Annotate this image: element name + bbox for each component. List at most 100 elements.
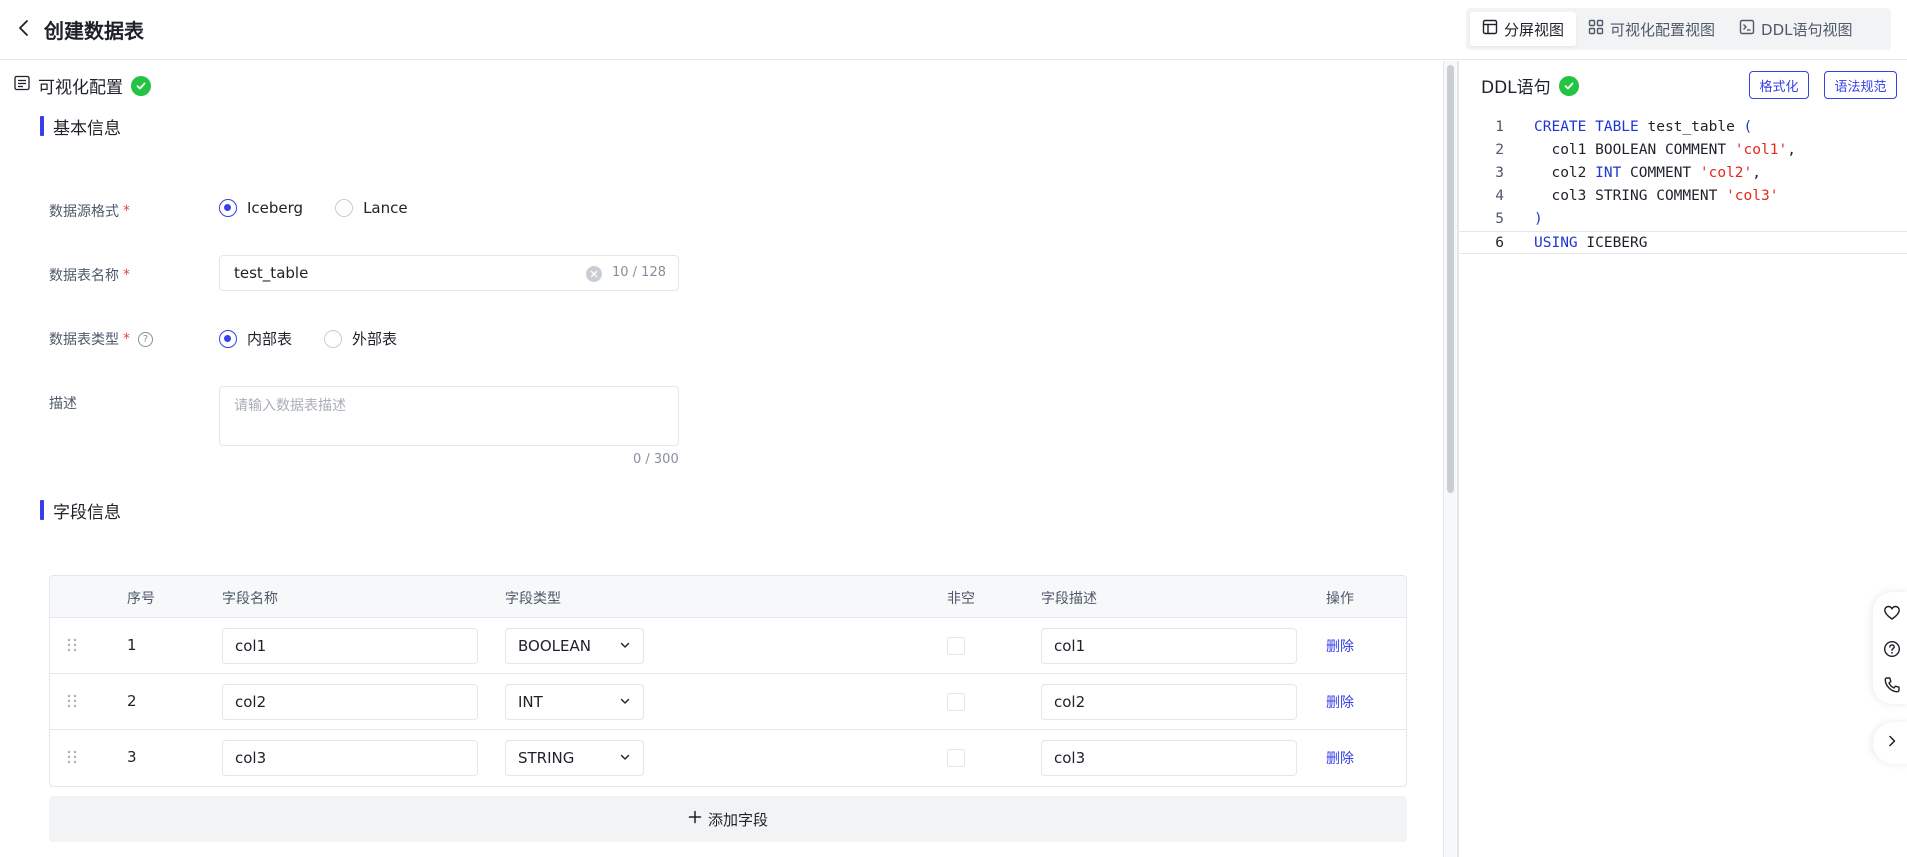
tab-split-view[interactable]: 分屏视图 xyxy=(1470,12,1577,46)
table-type-radio-group: 内部表 外部表 xyxy=(219,328,397,349)
line-number: 3 xyxy=(1495,165,1504,181)
chevron-down-icon xyxy=(619,693,631,711)
tab-visual-view[interactable]: 可视化配置视图 xyxy=(1576,12,1727,46)
section-title: 可视化配置 xyxy=(38,78,123,98)
field-type-select[interactable]: INT xyxy=(505,684,644,720)
drag-handle-icon[interactable] xyxy=(66,750,78,764)
required-mark: * xyxy=(123,267,130,283)
chevron-right-icon xyxy=(1885,734,1899,752)
left-pane-scrollbar[interactable] xyxy=(1443,61,1457,857)
view-switcher: 分屏视图 可视化配置视图 DDL语句视图 xyxy=(1466,8,1891,50)
add-field-label: 添加字段 xyxy=(707,810,768,829)
row-number: 3 xyxy=(127,748,137,766)
field-desc-input[interactable]: col2 xyxy=(1041,684,1297,720)
field-desc-input[interactable]: col1 xyxy=(1041,628,1297,664)
format-button[interactable]: 格式化 xyxy=(1749,71,1809,99)
visual-config-pane: 可视化配置 基本信息 数据源格式 * Iceberg Lance 数据表名称 *… xyxy=(0,61,1443,857)
question-icon[interactable]: ? xyxy=(138,331,153,347)
tab-label: 可视化配置视图 xyxy=(1610,20,1716,39)
delete-button[interactable]: 删除 xyxy=(1326,692,1354,712)
page-title: 创建数据表 xyxy=(44,19,144,43)
line-number: 4 xyxy=(1495,188,1504,204)
field-name-input[interactable]: col2 xyxy=(222,684,478,720)
radio-label: 外部表 xyxy=(352,330,398,348)
line-number: 1 xyxy=(1495,119,1504,135)
radio-iceberg[interactable]: Iceberg xyxy=(219,199,303,217)
drag-handle-icon[interactable] xyxy=(66,638,78,652)
code-text: col3 STRING COMMENT 'col3' xyxy=(1534,188,1779,204)
label-text: 数据表类型 xyxy=(49,332,119,348)
table-type-label: 数据表类型 * ? xyxy=(49,329,153,349)
phone-icon[interactable] xyxy=(1883,676,1901,694)
label-text: 数据表名称 xyxy=(49,268,119,284)
row-number: 1 xyxy=(127,636,137,654)
clear-icon[interactable] xyxy=(586,266,602,282)
line-number: 5 xyxy=(1495,211,1504,227)
favorite-icon[interactable] xyxy=(1883,604,1901,622)
syntax-spec-button[interactable]: 语法规范 xyxy=(1824,71,1897,99)
field-type-select[interactable]: STRING xyxy=(505,740,644,776)
code-line: 3 col2 INT COMMENT 'col2', xyxy=(1459,162,1907,185)
table-name-input[interactable]: test_table 10 / 128 xyxy=(219,255,679,291)
radio-internal-table[interactable]: 内部表 xyxy=(219,328,292,349)
description-label: 描述 xyxy=(49,393,77,413)
tab-label: DDL语句视图 xyxy=(1761,20,1853,39)
row-number: 2 xyxy=(127,692,137,710)
required-mark: * xyxy=(123,331,130,347)
drag-handle-icon[interactable] xyxy=(66,694,78,708)
code-text: col1 BOOLEAN COMMENT 'col1', xyxy=(1534,142,1796,158)
scrollbar-thumb[interactable] xyxy=(1447,65,1454,493)
table-header: 序号 字段名称 字段类型 非空 字段描述 操作 xyxy=(50,576,1406,618)
help-icon[interactable] xyxy=(1883,640,1901,658)
code-text: col2 INT COMMENT 'col2', xyxy=(1534,165,1762,181)
radio-checked-icon xyxy=(219,329,237,348)
field-type-select[interactable]: BOOLEAN xyxy=(505,628,644,664)
table-name-value: test_table xyxy=(234,264,309,282)
field-name-input[interactable]: col3 xyxy=(222,740,478,776)
label-text: 数据源格式 xyxy=(49,204,119,220)
back-icon[interactable] xyxy=(14,16,34,40)
field-name-value: col2 xyxy=(235,693,267,711)
col-header-not-null: 非空 xyxy=(947,591,975,607)
field-name-input[interactable]: col1 xyxy=(222,628,478,664)
code-text: ) xyxy=(1534,211,1543,227)
description-placeholder: 请输入数据表描述 xyxy=(234,398,346,414)
not-null-checkbox[interactable] xyxy=(947,637,965,655)
radio-unchecked-icon xyxy=(324,329,343,348)
radio-external-table[interactable]: 外部表 xyxy=(324,328,397,349)
radio-lance[interactable]: Lance xyxy=(335,199,408,217)
format-radio-group: Iceberg Lance xyxy=(219,199,408,217)
line-number: 6 xyxy=(1495,235,1504,251)
radio-label: Lance xyxy=(363,199,408,217)
page-header: 创建数据表 分屏视图 可视化配置视图 DDL语句视图 xyxy=(0,0,1907,60)
table-name-label: 数据表名称 * xyxy=(49,265,130,285)
grid-view-icon xyxy=(1588,19,1604,39)
delete-button[interactable]: 删除 xyxy=(1326,636,1354,656)
table-row: 1 col1 BOOLEAN col1 删除 xyxy=(50,618,1406,674)
fields-info-title: 字段信息 xyxy=(40,498,121,523)
col-header-action: 操作 xyxy=(1326,591,1354,607)
required-mark: * xyxy=(123,203,130,219)
col-header-name: 字段名称 xyxy=(222,591,278,607)
col-header-type: 字段类型 xyxy=(505,591,561,607)
basic-info-title: 基本信息 xyxy=(40,114,121,139)
ddl-code-editor[interactable]: 1 CREATE TABLE test_table ( 2 col1 BOOLE… xyxy=(1459,116,1907,254)
not-null-checkbox[interactable] xyxy=(947,749,965,767)
tab-ddl-view[interactable]: DDL语句视图 xyxy=(1727,12,1864,46)
field-type-value: BOOLEAN xyxy=(518,637,591,655)
field-desc-input[interactable]: col3 xyxy=(1041,740,1297,776)
plus-icon xyxy=(688,810,702,828)
add-field-button[interactable]: 添加字段 xyxy=(49,796,1407,842)
radio-label: 内部表 xyxy=(247,330,293,348)
field-type-value: STRING xyxy=(518,749,575,767)
description-textarea[interactable]: 请输入数据表描述 xyxy=(219,386,679,446)
chevron-down-icon xyxy=(619,637,631,655)
ddl-title: DDL语句 xyxy=(1481,78,1551,98)
not-null-checkbox[interactable] xyxy=(947,693,965,711)
code-line: 4 col3 STRING COMMENT 'col3' xyxy=(1459,185,1907,208)
delete-button[interactable]: 删除 xyxy=(1326,748,1354,768)
split-view-icon xyxy=(1482,19,1498,39)
code-line: 5 ) xyxy=(1459,208,1907,231)
expand-toolbar-button[interactable] xyxy=(1873,722,1907,764)
tab-label: 分屏视图 xyxy=(1504,20,1565,39)
